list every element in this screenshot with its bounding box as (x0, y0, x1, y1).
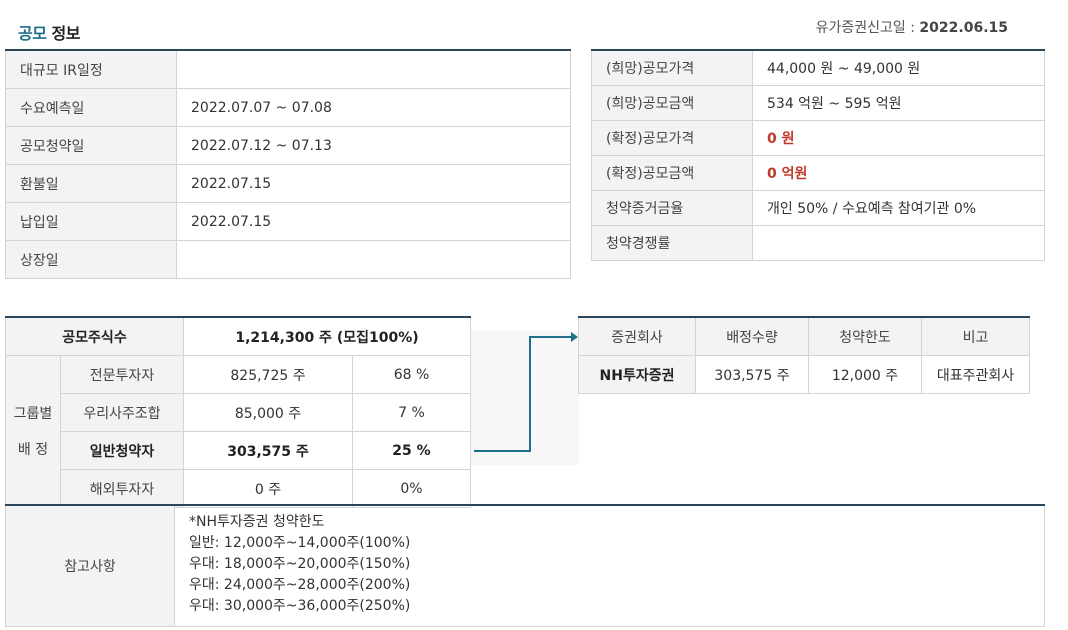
schedule-value: 2022.07.15 (176, 202, 571, 241)
schedule-label: 납입일 (5, 202, 177, 241)
table-row: 공모주식수 1,214,300 주 (모집100%) (5, 316, 471, 356)
group-label-line2: 배 정 (17, 441, 49, 458)
allocated-percent: 0% (352, 469, 471, 508)
table-row: 청약증거금율 개인 50% / 수요예측 참여기관 0% (591, 190, 1045, 226)
confirmed-amount-value: 0 억원 (752, 155, 1045, 191)
schedule-table: 대규모 IR일정 수요예측일 2022.07.07 ~ 07.08 공모청약일 20… (5, 49, 571, 279)
price-value (752, 225, 1045, 261)
allocated-percent: 7 % (352, 393, 471, 432)
schedule-label: 대규모 IR일정 (5, 49, 177, 89)
filing-date-value: 2022.06.15 (919, 20, 1008, 36)
column-header: 증권회사 (578, 316, 696, 356)
note-line: 우대: 30,000주~36,000주(250%) (189, 598, 411, 614)
broker-note: 대표주관회사 (921, 355, 1030, 394)
total-shares-label: 공모주식수 (5, 316, 184, 356)
column-header: 청약한도 (808, 316, 922, 356)
price-label: 청약경쟁률 (591, 225, 753, 261)
broker-allocated-qty: 303,575 주 (695, 355, 809, 394)
notes-table: 참고사항 *NH투자증권 청약한도 일반: 12,000주~14,000주(10… (5, 504, 1045, 627)
table-row: 그룹별 배 정 전문투자자 825,725 주 68 % (5, 355, 471, 508)
table-header-row: 증권회사 배정수량 청약한도 비고 (578, 316, 1030, 356)
investor-type: 해외투자자 (60, 469, 184, 508)
allocated-shares: 303,575 주 (183, 431, 353, 470)
price-label: (희망)공모가격 (591, 49, 753, 86)
allocation-table: 공모주식수 1,214,300 주 (모집100%) 그룹별 배 정 전문투자자… (5, 316, 471, 508)
table-row: 수요예측일 2022.07.07 ~ 07.08 (5, 88, 571, 127)
schedule-value: 2022.07.12 ~ 07.13 (176, 126, 571, 165)
notes-label: 참고사항 (5, 504, 175, 627)
schedule-value (176, 240, 571, 279)
table-row: 일반청약자 303,575 주 25 % (6, 431, 471, 470)
schedule-value: 2022.07.15 (176, 164, 571, 203)
price-label: (확정)공모금액 (591, 155, 753, 191)
group-allocation-label: 그룹별 배 정 (5, 355, 61, 508)
table-row: 우리사주조합 85,000 주 7 % (6, 393, 471, 432)
price-label: (확정)공모가격 (591, 120, 753, 156)
confirmed-price-value: 0 원 (752, 120, 1045, 156)
filing-date-label: 유가증권신고일 : (815, 20, 920, 36)
investor-type: 전문투자자 (60, 355, 184, 394)
note-line: 일반: 12,000주~14,000주(100%) (189, 535, 411, 551)
schedule-label: 수요예측일 (5, 88, 177, 127)
schedule-value (176, 49, 571, 89)
broker-name: NH투자증권 (578, 355, 696, 394)
broker-table: 증권회사 배정수량 청약한도 비고 NH투자증권 303,575 주 12,00… (578, 316, 1030, 394)
investor-type: 일반청약자 (60, 431, 184, 470)
allocated-percent: 25 % (352, 431, 471, 470)
page-title-part1: 공모 (18, 24, 47, 43)
table-row: NH투자증권 303,575 주 12,000 주 대표주관회사 (578, 355, 1030, 394)
page-title-part2: 정보 (51, 24, 81, 43)
price-label: (희망)공모금액 (591, 85, 753, 121)
price-value: 44,000 원 ~ 49,000 원 (752, 49, 1045, 86)
allocated-shares: 0 주 (183, 469, 353, 508)
allocated-shares: 825,725 주 (183, 355, 353, 394)
note-line: *NH투자증권 청약한도 (189, 514, 325, 530)
price-value: 개인 50% / 수요예측 참여기관 0% (752, 190, 1045, 226)
note-line: 우대: 24,000주~28,000주(200%) (189, 577, 411, 593)
price-label: 청약증거금율 (591, 190, 753, 226)
note-line: 우대: 18,000주~20,000주(150%) (189, 556, 411, 572)
price-value: 534 억원 ~ 595 억원 (752, 85, 1045, 121)
table-row: (확정)공모가격 0 원 (591, 120, 1045, 156)
table-row: (희망)공모금액 534 억원 ~ 595 억원 (591, 85, 1045, 121)
group-label-line1: 그룹별 (13, 405, 53, 422)
table-row: 청약경쟁률 (591, 225, 1045, 261)
filing-date: 유가증권신고일 : 2022.06.15 (816, 17, 1008, 37)
table-row: 참고사항 *NH투자증권 청약한도 일반: 12,000주~14,000주(10… (5, 504, 1045, 627)
investor-type: 우리사주조합 (60, 393, 184, 432)
broker-subscription-limit: 12,000 주 (808, 355, 922, 394)
allocated-shares: 85,000 주 (183, 393, 353, 432)
table-row: 해외투자자 0 주 0% (6, 469, 471, 508)
total-shares-value: 1,214,300 주 (모집100%) (183, 316, 471, 356)
price-table: (희망)공모가격 44,000 원 ~ 49,000 원 (희망)공모금액 534 … (591, 49, 1045, 261)
table-row: 공모청약일 2022.07.12 ~ 07.13 (5, 126, 571, 165)
column-header: 배정수량 (695, 316, 809, 356)
table-row: 납입일 2022.07.15 (5, 202, 571, 241)
column-header: 비고 (921, 316, 1030, 356)
table-row: (희망)공모가격 44,000 원 ~ 49,000 원 (591, 49, 1045, 86)
table-row: 대규모 IR일정 (5, 49, 571, 89)
schedule-value: 2022.07.07 ~ 07.08 (176, 88, 571, 127)
table-row: 환불일 2022.07.15 (5, 164, 571, 203)
schedule-label: 환불일 (5, 164, 177, 203)
connector-arrow-icon (474, 332, 578, 452)
table-row: 상장일 (5, 240, 571, 279)
notes-content: *NH투자증권 청약한도 일반: 12,000주~14,000주(100%) 우… (174, 504, 1045, 627)
table-row: (확정)공모금액 0 억원 (591, 155, 1045, 191)
schedule-label: 공모청약일 (5, 126, 177, 165)
page-title: 공모 정보 (18, 20, 80, 44)
schedule-label: 상장일 (5, 240, 177, 279)
allocated-percent: 68 % (352, 355, 471, 394)
